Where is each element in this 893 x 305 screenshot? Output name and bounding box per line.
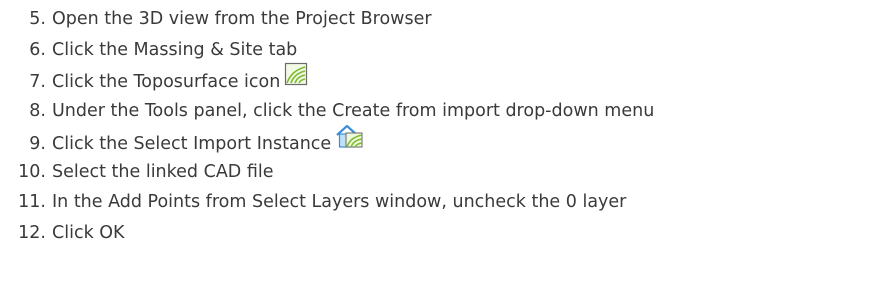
step-number: 6. <box>29 39 46 60</box>
list-item: 5. Open the 3D view from the Project Brow… <box>0 4 654 35</box>
step-text: In the Add Points from Select Layers win… <box>52 192 627 212</box>
list-item: 8. Under the Tools panel, click the Creat… <box>0 96 654 127</box>
step-number: 11. <box>18 192 46 212</box>
step-number: 7. <box>29 72 46 92</box>
step-number: 5. <box>29 9 46 29</box>
list-item: 11. In the Add Points from Select Layers … <box>0 187 654 218</box>
step-number: 9. <box>29 134 46 154</box>
list-item: 10. Select the linked CAD file <box>0 157 654 188</box>
step-number: 10. <box>18 161 46 182</box>
step-text: Under the Tools panel, click the Create … <box>52 100 655 121</box>
list-item: 9. Click the Select Import Instance <box>0 123 654 159</box>
step-text: Select the linked CAD file <box>52 161 274 182</box>
step-text: Click OK <box>52 222 125 243</box>
list-item: 6. Click the Massing & Site tab <box>0 35 654 66</box>
step-number: 12. <box>18 222 46 243</box>
toposurface-icon <box>284 62 308 96</box>
step-text: Click the Massing & Site tab <box>52 39 298 60</box>
instruction-list: 5. Open the 3D view from the Project Brow… <box>0 4 654 248</box>
list-item: 7. Click the Toposurface icon <box>0 62 654 96</box>
list-item: 12. Click OK <box>0 218 654 249</box>
select-import-instance-icon <box>335 123 365 159</box>
step-number: 8. <box>29 100 46 121</box>
step-text: Open the 3D view from the Project Browse… <box>52 9 432 29</box>
step-text: Click the Toposurface icon <box>52 72 281 92</box>
step-text: Click the Select Import Instance <box>52 134 332 154</box>
